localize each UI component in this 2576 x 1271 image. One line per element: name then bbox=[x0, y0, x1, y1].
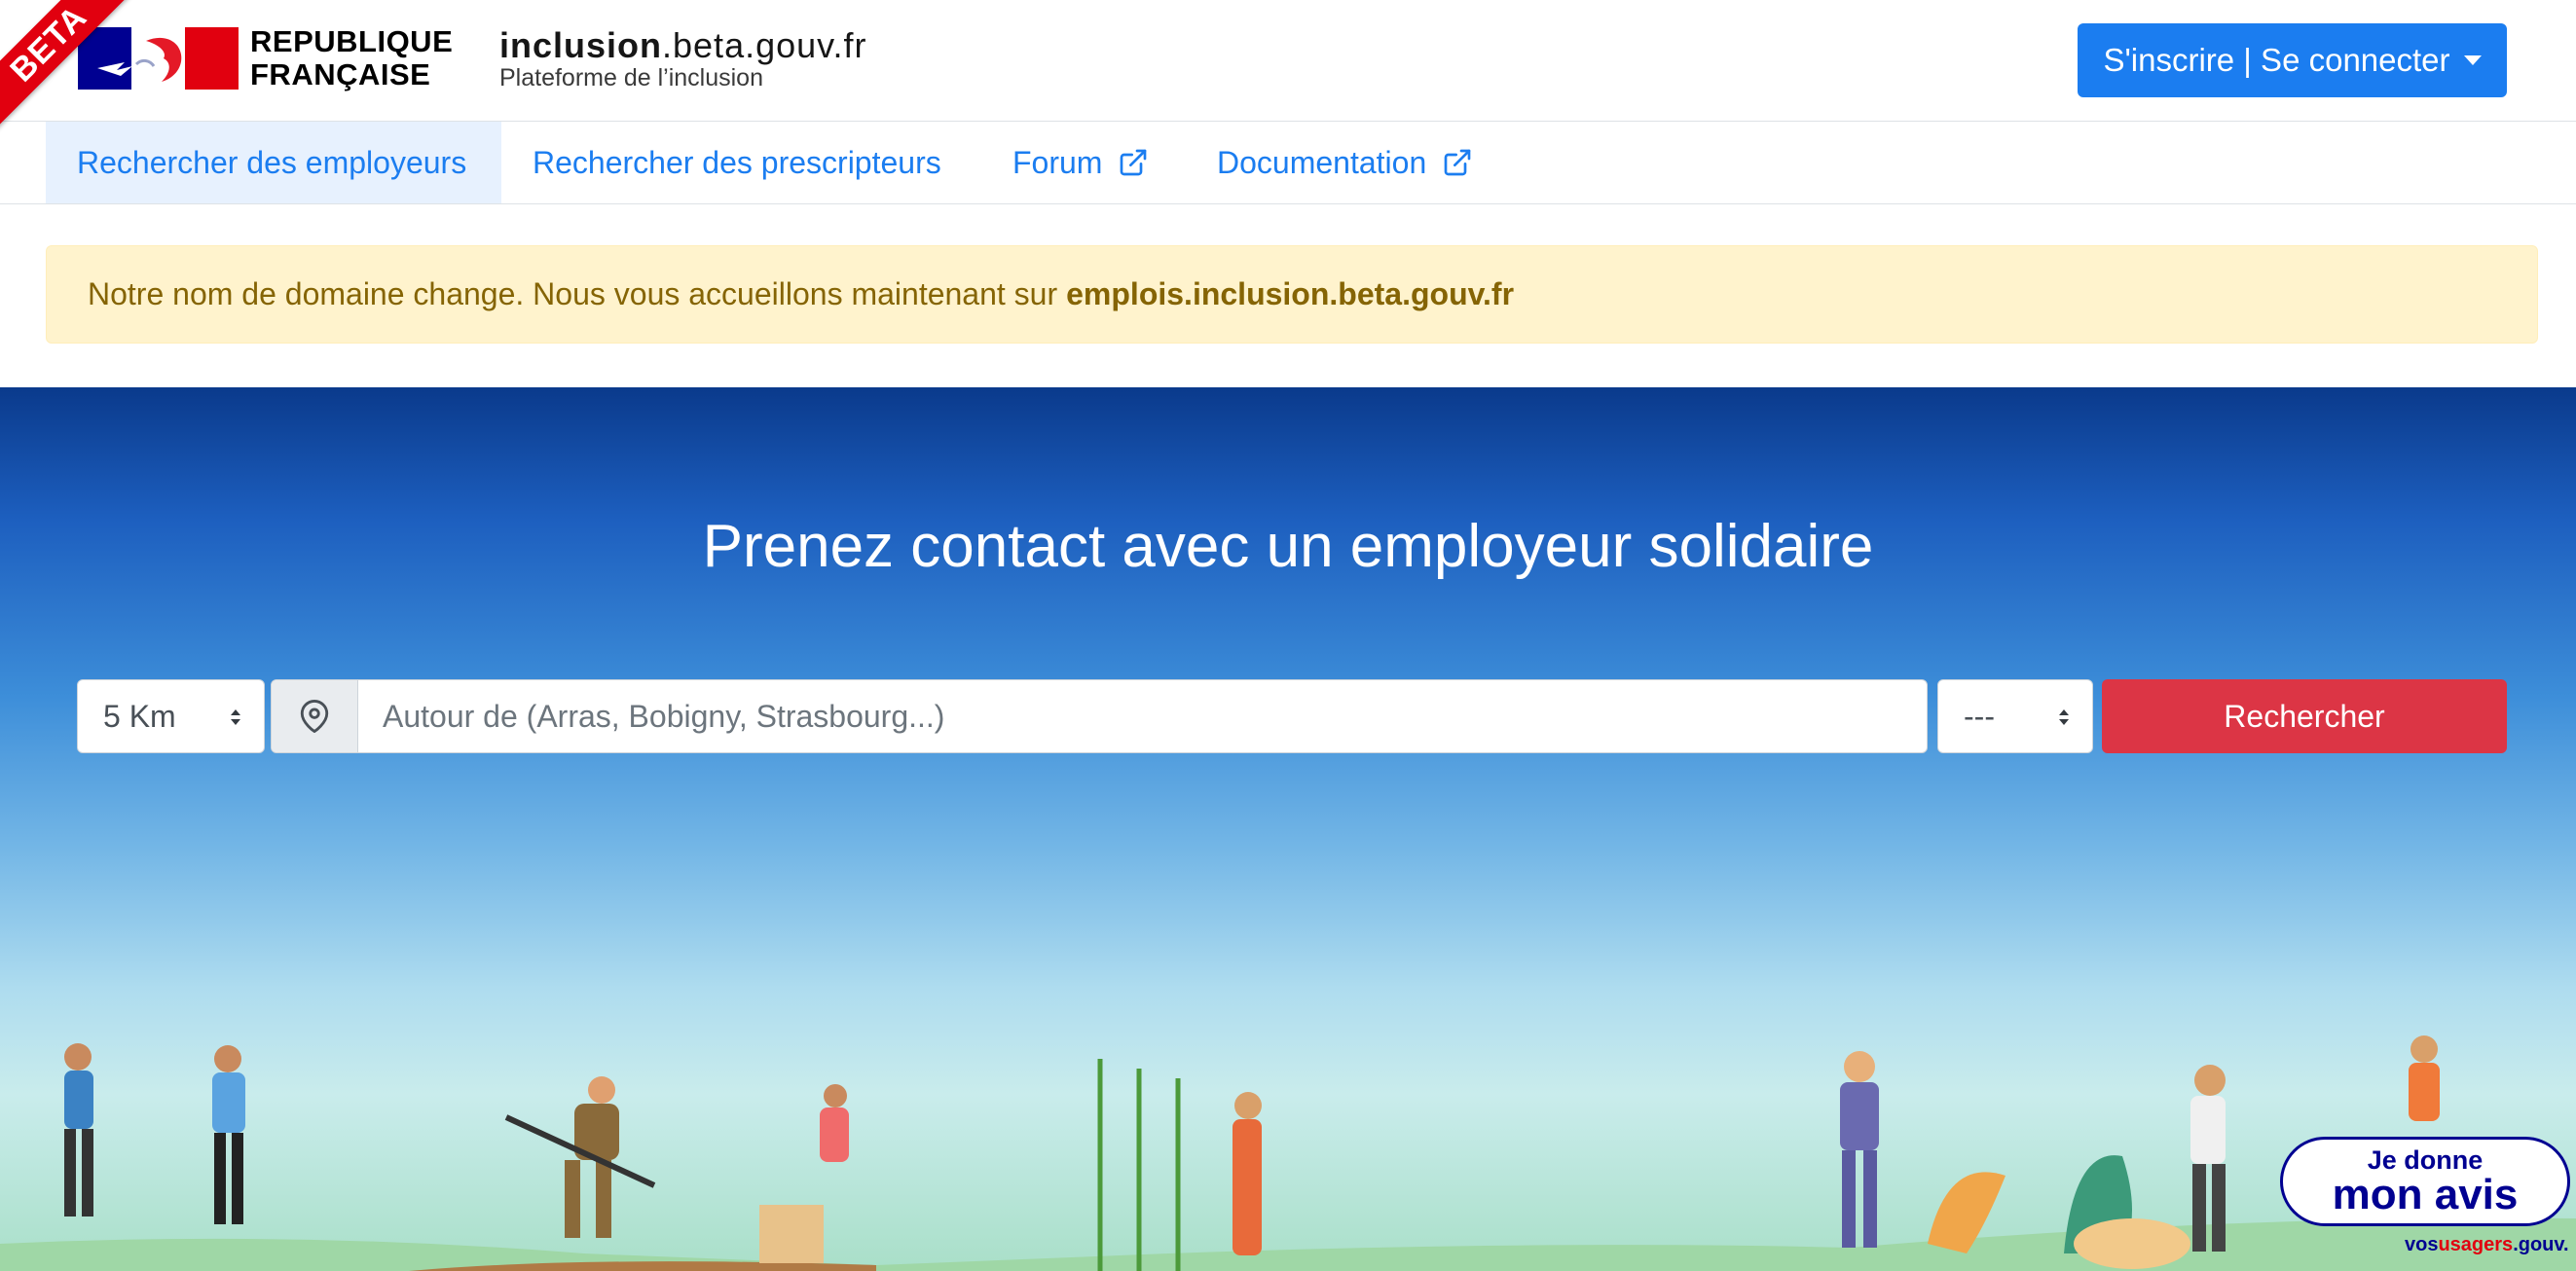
select-arrows-icon bbox=[2059, 709, 2069, 725]
site-header: BETA REPUBLIQUE FRANÇAISE inclusion.beta… bbox=[0, 0, 2576, 136]
marianne-logo bbox=[78, 27, 239, 90]
nav-prescripteurs[interactable]: Rechercher des prescripteurs bbox=[501, 122, 973, 203]
external-link-icon bbox=[1121, 149, 1147, 176]
nav-forum[interactable]: Forum bbox=[981, 122, 1180, 203]
hero-section: Prenez contact avec un employeur solidai… bbox=[0, 387, 2576, 1271]
main-nav: Rechercher des employeurs Rechercher des… bbox=[0, 121, 2576, 204]
logo-suffix: .gouv. bbox=[2513, 1234, 2569, 1255]
feedback-button[interactable]: Je donne mon avis bbox=[2280, 1137, 2570, 1226]
vos-usagers-logo: vosusagers.gouv. bbox=[2405, 1234, 2569, 1256]
login-dropdown-button[interactable]: S'inscrire | Se connecter bbox=[2078, 23, 2507, 97]
location-input[interactable] bbox=[357, 680, 1927, 752]
logo-prefix: vos bbox=[2405, 1234, 2439, 1255]
distance-value: 5 Km bbox=[103, 698, 176, 734]
nav-documentation[interactable]: Documentation bbox=[1186, 122, 1504, 203]
workers-illustration bbox=[0, 1035, 2576, 1271]
nav-documentation-label: Documentation bbox=[1217, 144, 1427, 180]
domain-change-alert: Notre nom de domaine change. Nous vous a… bbox=[46, 245, 2538, 344]
site-name-rest: .beta.gouv.fr bbox=[662, 25, 867, 65]
alert-text: Notre nom de domaine change. Nous vous a… bbox=[88, 276, 1058, 311]
site-name-bold: inclusion bbox=[499, 25, 663, 65]
republic-line1: REPUBLIQUE bbox=[250, 24, 454, 58]
nav-prescripteurs-label: Rechercher des prescripteurs bbox=[533, 144, 941, 180]
nav-employeurs-label: Rechercher des employeurs bbox=[77, 144, 467, 180]
distance-select[interactable]: 5 Km bbox=[77, 679, 265, 753]
select-arrows-icon bbox=[231, 709, 240, 725]
site-tagline: Plateforme de l’inclusion bbox=[499, 64, 763, 91]
feedback-line2: mon avis bbox=[2332, 1171, 2519, 1218]
logo-mid: usagers bbox=[2438, 1234, 2514, 1255]
nav-forum-label: Forum bbox=[1012, 144, 1103, 180]
location-field bbox=[271, 679, 1928, 753]
hero-title: Prenez contact avec un employeur solidai… bbox=[702, 513, 1874, 580]
caret-down-icon bbox=[2463, 55, 2482, 65]
site-name[interactable]: inclusion.beta.gouv.fr bbox=[499, 25, 866, 66]
alert-domain: emplois.inclusion.beta.gouv.fr bbox=[1066, 276, 1515, 311]
external-link-icon bbox=[1444, 149, 1471, 176]
login-label: S'inscrire | Se connecter bbox=[2103, 42, 2450, 78]
feedback-line1: Je donne bbox=[2367, 1145, 2484, 1175]
department-select[interactable]: --- bbox=[1937, 679, 2093, 753]
nav-employeurs[interactable]: Rechercher des employeurs bbox=[46, 122, 501, 203]
map-pin-icon bbox=[272, 680, 358, 752]
republic-line2: FRANÇAISE bbox=[250, 57, 431, 91]
republique-francaise-label: REPUBLIQUE FRANÇAISE bbox=[250, 25, 453, 91]
search-button[interactable]: Rechercher bbox=[2102, 679, 2507, 753]
department-value: --- bbox=[1964, 698, 1995, 734]
